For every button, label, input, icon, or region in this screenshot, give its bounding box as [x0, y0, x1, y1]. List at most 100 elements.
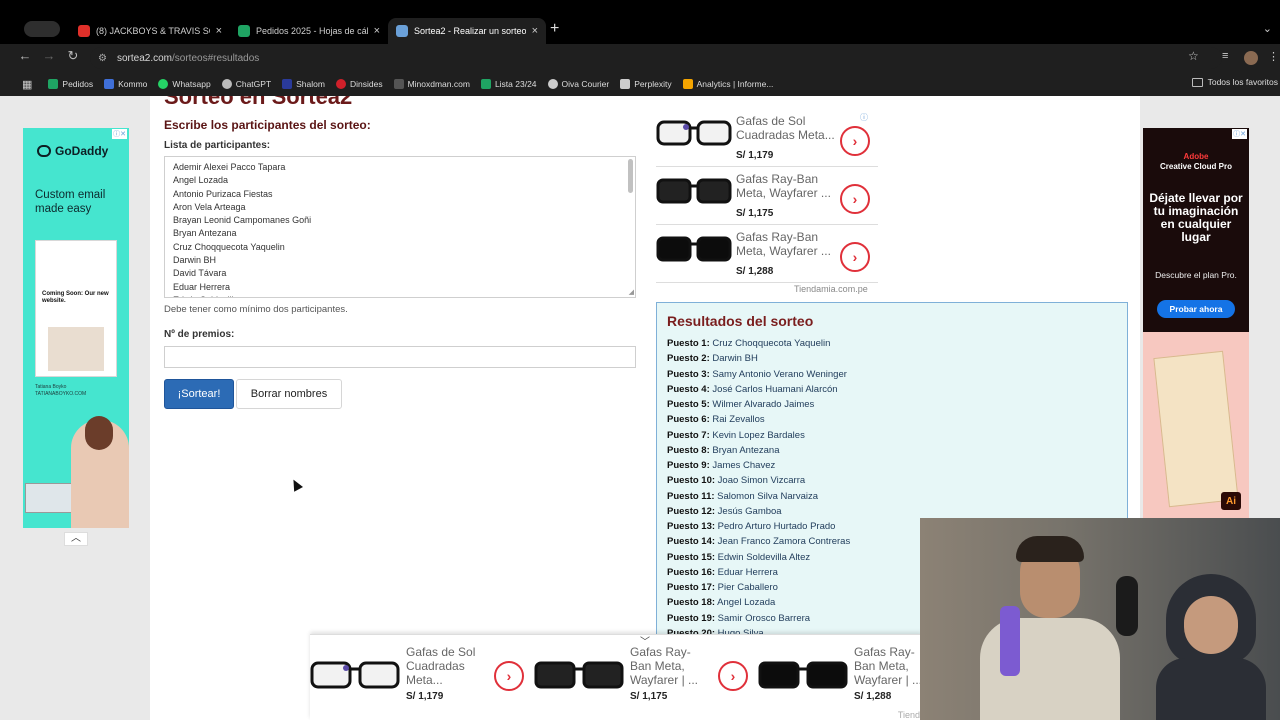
chevron-right-icon[interactable]: ›	[840, 184, 870, 214]
tab-sortea2[interactable]: Sortea2 - Realizar un sorteo ×	[388, 18, 546, 44]
collapse-ad-chevron-up-icon[interactable]: ︿	[64, 532, 88, 546]
result-winner: James Chavez	[709, 460, 776, 471]
result-row: Puesto 15: Edwin Soldevilla Altez	[667, 550, 850, 565]
result-position: Puesto 5:	[667, 399, 710, 410]
chevron-right-icon[interactable]: ›	[718, 661, 748, 691]
bookmark-whatsapp[interactable]: Whatsapp	[158, 79, 211, 89]
product-name: Gafas Ray-Ban Meta, Wayfarer ...	[736, 230, 831, 258]
bookmark-dinsides[interactable]: Dinsides	[335, 79, 383, 89]
globe-icon	[547, 79, 558, 89]
bookmark-oiva-courier[interactable]: Oiva Courier	[547, 79, 609, 89]
adchoices-icon[interactable]: ⓘ✕	[112, 129, 127, 139]
chevron-right-icon[interactable]: ›	[840, 126, 870, 156]
result-position: Puesto 18:	[667, 597, 716, 609]
result-position: Puesto 3:	[667, 368, 710, 380]
participant-line: Brayan Leonid Campomanes Goñi	[173, 215, 312, 226]
signature-line: TATIANABOYKO.COM	[35, 391, 87, 397]
participants-text: Ademir Alexei Pacco Tapara Angel Lozada An…	[173, 161, 312, 297]
sheets-icon	[48, 79, 59, 89]
forward-button[interactable]: →	[40, 48, 58, 63]
ad-product[interactable]: Gafas Ray-Ban Meta, Wayfarer ... S/ 1,17…	[656, 168, 878, 225]
resize-handle-icon[interactable]: ◢	[629, 288, 634, 296]
draw-button[interactable]: ¡Sortear!	[164, 379, 234, 409]
chevron-right-icon[interactable]: ›	[840, 242, 870, 272]
clear-names-button[interactable]: Borrar nombres	[236, 379, 342, 409]
product-name: Gafas de Sol Cuadradas Meta...	[736, 114, 835, 142]
close-tab-icon[interactable]: ×	[374, 25, 380, 37]
streamer-person	[980, 536, 1120, 720]
result-winner: Joao Simon Vizcarra	[715, 475, 806, 487]
back-button[interactable]: ←	[16, 48, 34, 63]
adchoices-icon[interactable]: ⓘ✕	[1232, 129, 1247, 139]
pinned-tab[interactable]	[24, 21, 60, 37]
ad-product[interactable]: Gafas Ray-Ban Meta, Wayfarer ... S/ 1,28…	[656, 226, 878, 283]
close-tab-icon[interactable]: ×	[532, 25, 538, 37]
ad-product[interactable]: Gafas Ray-Ban Meta, Wayfarer | ... S/ 1,…	[758, 645, 922, 715]
prizes-input[interactable]	[164, 346, 636, 368]
tab-title: Pedidos 2025 - Hojas de cálc	[256, 26, 368, 36]
reading-list-icon[interactable]: ≡	[1222, 50, 1228, 62]
address-bar[interactable]: ⚙ sortea2.com/sorteos#resultados	[90, 47, 1222, 69]
sheets-icon	[238, 25, 250, 37]
result-row: Puesto 7: Kevin Lopez Bardales	[667, 428, 850, 443]
new-tab-button[interactable]: +	[550, 20, 559, 38]
bookmark-perplexity[interactable]: Perplexity	[620, 79, 672, 89]
result-winner: Jean Franco Zamora Contreras	[715, 536, 851, 548]
result-position: Puesto 17:	[667, 582, 716, 593]
bookmark-label: ChatGPT	[235, 79, 272, 89]
ad-product[interactable]: Gafas de Sol Cuadradas Meta... S/ 1,179 …	[310, 645, 530, 715]
site-info-icon[interactable]: ⚙	[98, 53, 107, 64]
result-position: Puesto 10:	[667, 475, 716, 487]
result-winner: Eduar Herrera	[715, 566, 778, 578]
folder-icon	[1191, 77, 1203, 87]
godaddy-icon	[37, 145, 51, 157]
reload-button[interactable]: ↻	[64, 48, 82, 64]
chevron-right-icon[interactable]: ›	[494, 661, 524, 691]
result-row: Puesto 11: Salomon Silva Narvaiza	[667, 489, 850, 504]
bookmark-lista[interactable]: Lista 23/24	[480, 79, 537, 89]
tab-sheets[interactable]: Pedidos 2025 - Hojas de cálc ×	[230, 18, 388, 44]
adobe-ad[interactable]: ⓘ✕ Adobe Creative Cloud Pro Déjate llevar…	[1143, 128, 1249, 332]
adchoices-icon[interactable]: ⓘ	[860, 112, 868, 123]
result-position: Puesto 6:	[667, 414, 710, 426]
results-list: Puesto 1: Cruz Choqquecota Yaquelin Puest…	[667, 336, 850, 641]
try-now-button[interactable]: Probar ahora	[1157, 300, 1235, 318]
url-path: /sorteos#resultados	[172, 52, 260, 64]
godaddy-ad[interactable]: ⓘ✕ GoDaddy Custom email made easy Coming…	[23, 128, 129, 528]
result-winner: Rai Zevallos	[709, 414, 765, 426]
bookmark-star-icon[interactable]: ☆	[1188, 49, 1199, 63]
result-row: Puesto 17: Pier Caballero	[667, 580, 850, 595]
tab-search-chevron-icon[interactable]: ⌄	[1263, 22, 1272, 35]
participant-line: Darwin BH	[173, 255, 217, 266]
product-name: Gafas de Sol Cuadradas Meta...	[406, 645, 476, 687]
url-text: sortea2.com/sorteos#resultados	[117, 53, 259, 64]
bookmark-chatgpt[interactable]: ChatGPT	[221, 79, 272, 89]
tab-youtube[interactable]: (8) JACKBOYS & TRAVIS SCO ×	[70, 18, 230, 44]
glasses-icon	[656, 236, 732, 262]
result-row: Puesto 18: Angel Lozada	[667, 595, 850, 610]
participant-line: Eduar Herrera	[173, 281, 231, 292]
menu-icon[interactable]: ⋮	[1268, 50, 1279, 63]
bookmark-kommo[interactable]: Kommo	[104, 79, 147, 89]
result-winner: Wilmer Alvarado Jaimes	[709, 399, 815, 410]
ad-product[interactable]: Gafas Ray-Ban Meta, Wayfarer | ... S/ 1,…	[534, 645, 754, 715]
bookmark-shalom[interactable]: Shalom	[282, 79, 325, 89]
bookmark-analytics[interactable]: Analytics | Informe...	[682, 79, 773, 89]
ad-source: Tiend	[897, 710, 920, 720]
url-host: sortea2.com	[116, 52, 172, 64]
adobe-ad-artwork[interactable]: Ai	[1143, 332, 1249, 518]
chatgpt-icon	[221, 79, 232, 89]
profile-avatar[interactable]	[1244, 51, 1258, 65]
bookmark-minoxdman[interactable]: Minoxdman.com	[393, 79, 470, 89]
ad-brand: Adobe Creative Cloud Pro	[1143, 152, 1249, 172]
bookmark-pedidos[interactable]: Pedidos	[48, 79, 93, 89]
result-row: Puesto 2: Darwin BH	[667, 351, 850, 366]
participants-textarea[interactable]: Ademir Alexei Pacco Tapara Angel Lozada An…	[164, 156, 636, 298]
apps-grid-icon[interactable]: ▦	[22, 78, 32, 91]
all-bookmarks-folder[interactable]: Todos los favoritos	[1191, 77, 1278, 87]
minoxdman-icon	[393, 79, 404, 89]
ad-product[interactable]: Gafas de Sol Cuadradas Meta... S/ 1,179 …	[656, 110, 878, 167]
textarea-scrollbar[interactable]	[628, 159, 633, 193]
close-tab-icon[interactable]: ×	[216, 25, 222, 37]
bottom-product-ad[interactable]: ﹀ Gafas de Sol Cuadradas Meta... S/ 1,17…	[310, 634, 922, 720]
